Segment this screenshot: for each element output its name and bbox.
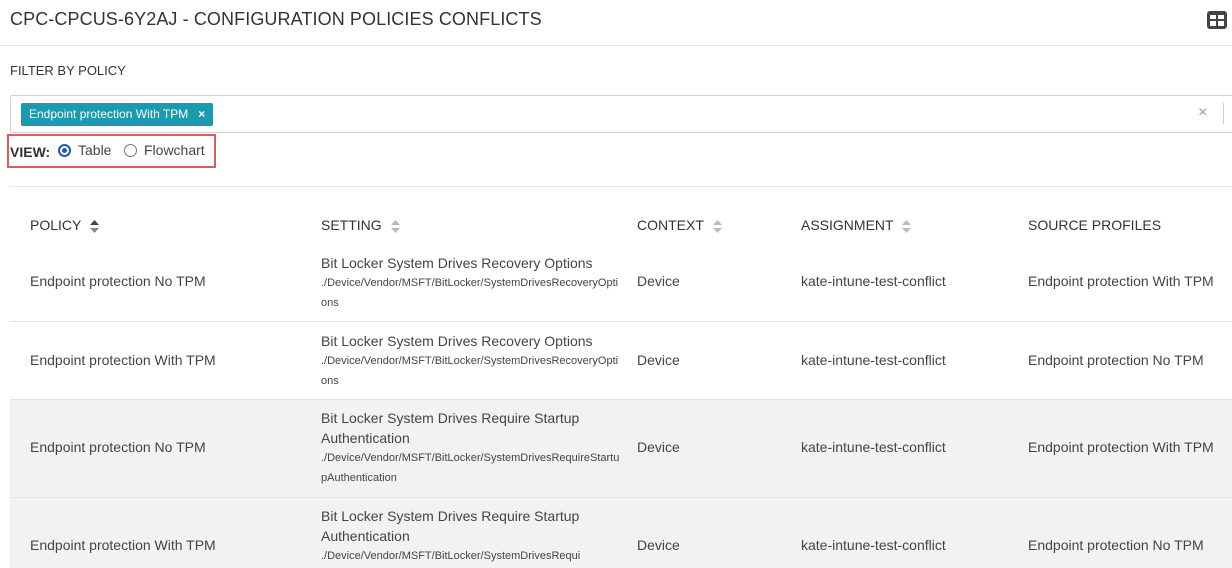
assignment-cell: kate-intune-test-conflict <box>801 537 946 553</box>
column-header-assignment[interactable]: ASSIGNMENT <box>801 217 912 233</box>
table-view-radio[interactable] <box>58 144 71 157</box>
table-layout-icon[interactable] <box>1206 10 1228 30</box>
sort-icon <box>712 219 722 233</box>
assignment-cell: kate-intune-test-conflict <box>801 439 946 455</box>
setting-cell: Bit Locker System Drives Recovery Option… <box>321 253 621 313</box>
view-toggle-group: VIEW: Table Flowchart <box>7 134 216 168</box>
sort-icon <box>390 219 400 233</box>
setting-name: Bit Locker System Drives Require Startup… <box>321 508 580 544</box>
chip-remove-icon[interactable]: × <box>198 107 205 121</box>
filter-chip-label: Endpoint protection With TPM <box>29 107 189 121</box>
filter-chip: Endpoint protection With TPM × <box>21 103 214 126</box>
view-label: VIEW: <box>10 144 51 160</box>
source-profiles-cell: Endpoint protection With TPM <box>1028 273 1214 289</box>
sort-ascending-icon <box>90 219 99 233</box>
filter-label: FILTER BY POLICY <box>10 63 126 78</box>
context-cell: Device <box>637 439 680 455</box>
section-divider <box>10 186 1232 187</box>
policy-cell: Endpoint protection With TPM <box>30 352 216 368</box>
column-header-policy[interactable]: POLICY <box>30 217 99 233</box>
context-cell: Device <box>637 273 680 289</box>
setting-cell: Bit Locker System Drives Recovery Option… <box>321 331 621 391</box>
sort-icon <box>902 219 912 233</box>
setting-cell: Bit Locker System Drives Require Startup… <box>321 506 621 566</box>
column-header-label: SETTING <box>321 217 382 233</box>
table-view-label[interactable]: Table <box>78 142 111 158</box>
column-header-label: ASSIGNMENT <box>801 217 894 233</box>
column-header-source-profiles: SOURCE PROFILES <box>1028 217 1161 233</box>
setting-path: ./Device/Vendor/MSFT/BitLocker/SystemDri… <box>321 452 620 484</box>
source-profiles-cell: Endpoint protection With TPM <box>1028 439 1214 455</box>
assignment-cell: kate-intune-test-conflict <box>801 273 946 289</box>
policy-filter-input[interactable]: Endpoint protection With TPM × × <box>10 95 1232 133</box>
flowchart-view-radio[interactable] <box>124 144 137 157</box>
table-row[interactable]: Endpoint protection No TPM Bit Locker Sy… <box>10 244 1232 322</box>
page-title: CPC-CPCUS-6Y2AJ - CONFIGURATION POLICIES… <box>10 9 542 29</box>
setting-path: ./Device/Vendor/MSFT/BitLocker/SystemDri… <box>321 550 581 562</box>
context-cell: Device <box>637 537 680 553</box>
column-header-setting[interactable]: SETTING <box>321 217 400 233</box>
flowchart-view-label[interactable]: Flowchart <box>144 142 205 158</box>
column-header-label: POLICY <box>30 217 82 233</box>
context-cell: Device <box>637 352 680 368</box>
setting-path: ./Device/Vendor/MSFT/BitLocker/SystemDri… <box>321 355 619 387</box>
column-header-label: CONTEXT <box>637 217 704 233</box>
setting-name: Bit Locker System Drives Require Startup… <box>321 410 580 446</box>
page-header: CPC-CPCUS-6Y2AJ - CONFIGURATION POLICIES… <box>0 0 1232 46</box>
column-header-label: SOURCE PROFILES <box>1028 217 1162 233</box>
table-row[interactable]: Endpoint protection With TPM Bit Locker … <box>10 321 1232 400</box>
source-profiles-cell: Endpoint protection No TPM <box>1028 537 1204 553</box>
policy-cell: Endpoint protection With TPM <box>30 537 216 553</box>
policy-cell: Endpoint protection No TPM <box>30 439 206 455</box>
setting-name: Bit Locker System Drives Recovery Option… <box>321 255 593 271</box>
policy-cell: Endpoint protection No TPM <box>30 273 206 289</box>
table-row[interactable]: Endpoint protection With TPM Bit Locker … <box>10 497 1232 568</box>
source-profiles-cell: Endpoint protection No TPM <box>1028 352 1204 368</box>
assignment-cell: kate-intune-test-conflict <box>801 352 946 368</box>
column-header-context[interactable]: CONTEXT <box>637 217 722 233</box>
setting-path: ./Device/Vendor/MSFT/BitLocker/SystemDri… <box>321 277 619 309</box>
setting-name: Bit Locker System Drives Recovery Option… <box>321 333 593 349</box>
setting-cell: Bit Locker System Drives Require Startup… <box>321 408 621 488</box>
table-row[interactable]: Endpoint protection No TPM Bit Locker Sy… <box>10 399 1232 498</box>
filter-divider <box>1223 103 1224 124</box>
clear-filter-icon[interactable]: × <box>1198 104 1207 122</box>
